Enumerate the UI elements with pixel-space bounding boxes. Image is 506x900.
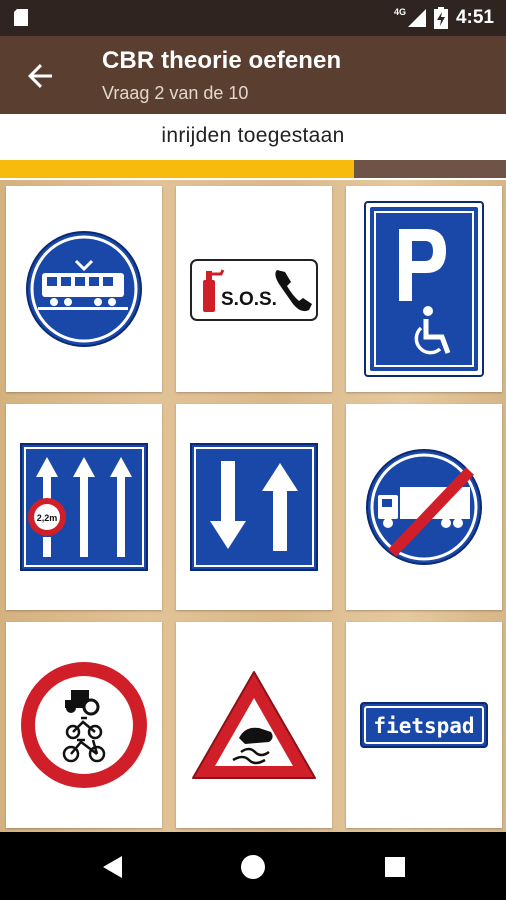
status-icons: 4G 4:51: [394, 6, 494, 30]
no-vehicles-sign-icon: [21, 662, 147, 788]
navigation-bar: [0, 832, 506, 900]
answer-card-no-motor-vehicles-cycles[interactable]: [6, 622, 162, 828]
answer-card-disabled-parking[interactable]: [346, 186, 502, 392]
recents-square-icon[interactable]: [380, 852, 410, 882]
fietspad-sign-icon: fietspad: [360, 702, 488, 748]
fietspad-text: fietspad: [373, 714, 474, 738]
back-triangle-icon[interactable]: [98, 852, 128, 882]
lanes-sign-icon: 2,2m: [20, 443, 148, 571]
answer-grid: S.O.S. 2,2m fietspad: [0, 180, 506, 832]
end-truck-sign-icon: [365, 448, 483, 566]
sd-card-icon: [14, 9, 28, 26]
slippery-road-sign-icon: [192, 671, 316, 779]
clock: 4:51: [455, 7, 494, 28]
progress-bar: [0, 158, 506, 180]
sos-sign-text: S.O.S.: [221, 289, 277, 310]
progress-fill: [0, 160, 355, 178]
status-bar: 4G 4:51: [0, 0, 506, 36]
lane-width-text: 2,2m: [37, 513, 58, 523]
progress-track: [0, 160, 506, 178]
answer-card-tram-route[interactable]: [6, 186, 162, 392]
disabled-parking-sign-icon: [364, 201, 484, 377]
answer-card-sos-emergency[interactable]: S.O.S.: [176, 186, 332, 392]
answer-card-end-truck-route[interactable]: [346, 404, 502, 610]
sos-sign-icon: S.O.S.: [190, 259, 318, 321]
page-title: CBR theorie oefenen: [102, 47, 342, 74]
network-type-label: 4G: [393, 7, 406, 17]
answer-card-two-way-traffic[interactable]: [176, 404, 332, 610]
question-text: inrijden toegestaan: [0, 114, 506, 158]
home-circle-icon[interactable]: [238, 852, 268, 882]
answer-card-slippery-road[interactable]: [176, 622, 332, 828]
question-counter: Vraag 2 van de 10: [102, 83, 249, 103]
tram-sign-icon: [25, 230, 143, 348]
two-way-sign-icon: [190, 443, 318, 571]
app-bar: CBR theorie oefenen Vraag 2 van de 10: [0, 36, 506, 114]
arrow-back-icon[interactable]: [24, 60, 56, 92]
answer-card-bicycle-path[interactable]: fietspad: [346, 622, 502, 828]
battery-charging-icon: [433, 7, 448, 29]
signal-icon: [407, 9, 426, 27]
answer-card-lanes-width-restriction[interactable]: 2,2m: [6, 404, 162, 610]
